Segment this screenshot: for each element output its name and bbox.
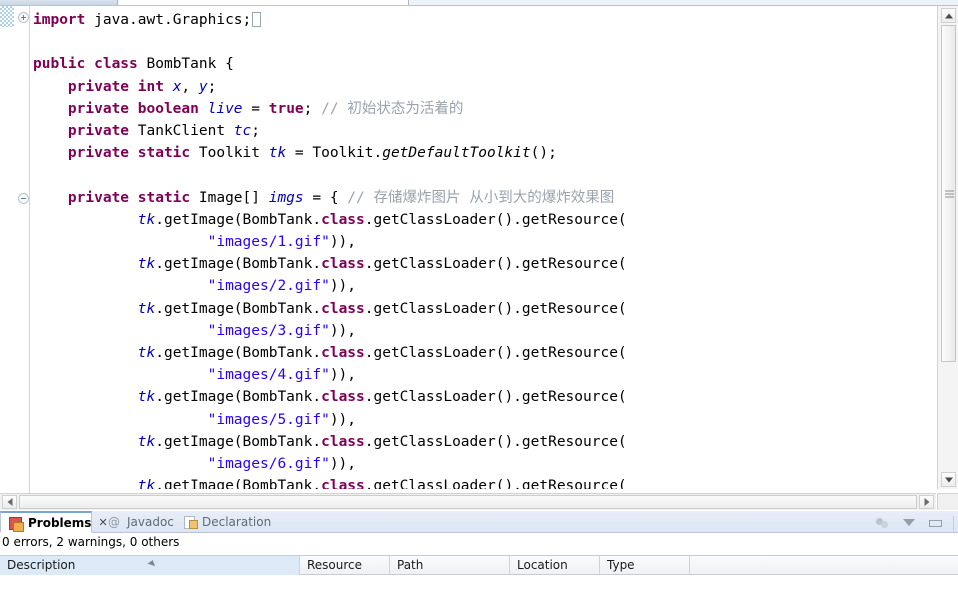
problems-status-summary: 0 errors, 2 warnings, 0 others — [2, 535, 180, 549]
arrow-left-icon — [7, 498, 12, 506]
problems-column-label: Path — [397, 558, 424, 572]
eclipse-window: import java.awt.Graphics; public class B… — [0, 0, 958, 593]
editor-horizontal-scrollbar[interactable] — [0, 493, 936, 510]
scroll-left-button[interactable] — [2, 495, 17, 509]
tab-declaration[interactable]: Declaration — [175, 511, 273, 533]
focus-on-selection-icon[interactable] — [875, 515, 890, 530]
tab-problems-label: Problems — [28, 515, 92, 530]
view-toolbar — [875, 513, 954, 532]
problems-column-description[interactable]: Description — [0, 556, 300, 575]
at-icon: @ — [108, 515, 120, 529]
java-source-editor[interactable]: import java.awt.Graphics; public class B… — [0, 6, 958, 510]
problems-column-path[interactable]: Path — [390, 556, 510, 575]
tab-javadoc[interactable]: @ Javadoc — [100, 511, 174, 533]
arrow-down-icon — [944, 477, 953, 482]
folding-marker-bar — [0, 6, 14, 27]
arrow-up-icon — [944, 13, 953, 18]
tab-problems[interactable]: Problems ✕ — [0, 511, 108, 533]
scrollbar-corner — [937, 493, 958, 510]
problems-column-label: Location — [517, 558, 568, 572]
tab-declaration-label: Declaration — [202, 515, 272, 529]
tab-javadoc-label: Javadoc — [127, 515, 174, 529]
scroll-down-button[interactable] — [941, 472, 956, 487]
problems-column-type[interactable]: Type — [600, 556, 690, 575]
fold-collapse-icon[interactable] — [18, 193, 29, 204]
minimize-icon[interactable] — [927, 515, 942, 530]
source-code[interactable]: import java.awt.Graphics; public class B… — [31, 6, 627, 489]
editor-tab-strip-filler — [410, 0, 950, 5]
editor-vertical-scrollbar[interactable] — [937, 6, 958, 489]
scroll-right-button[interactable] — [919, 495, 934, 509]
problems-column-label: Resource — [307, 558, 363, 572]
problems-icon — [9, 516, 24, 532]
problems-table-header: Description Resource Path Location Type — [0, 555, 958, 575]
problems-column-location[interactable]: Location — [510, 556, 600, 575]
filter-icon[interactable] — [901, 515, 916, 530]
problems-view: Problems ✕ @ Javadoc Declaration 0 error… — [0, 511, 958, 593]
problems-table-body[interactable] — [0, 575, 958, 593]
problems-column-resource[interactable]: Resource — [300, 556, 390, 575]
horizontal-scroll-thumb[interactable] — [19, 495, 917, 509]
sort-ascending-icon — [147, 558, 157, 567]
arrow-right-icon — [924, 498, 929, 506]
fold-expand-icon[interactable] — [18, 12, 29, 23]
scroll-grip-icon — [945, 190, 954, 197]
editor-tab-inactive-1[interactable] — [0, 0, 118, 5]
toolbar-divider — [953, 515, 954, 530]
problems-column-label: Type — [607, 558, 635, 572]
problems-column-label: Description — [7, 558, 76, 572]
vertical-scroll-thumb[interactable] — [941, 25, 956, 362]
editor-gutter[interactable] — [0, 6, 30, 510]
view-tab-bar: Problems ✕ @ Javadoc Declaration — [0, 511, 958, 533]
code-area[interactable]: import java.awt.Graphics; public class B… — [31, 6, 936, 489]
editor-tab-active[interactable] — [119, 0, 409, 5]
declaration-icon — [183, 515, 198, 529]
scroll-up-button[interactable] — [941, 8, 956, 23]
